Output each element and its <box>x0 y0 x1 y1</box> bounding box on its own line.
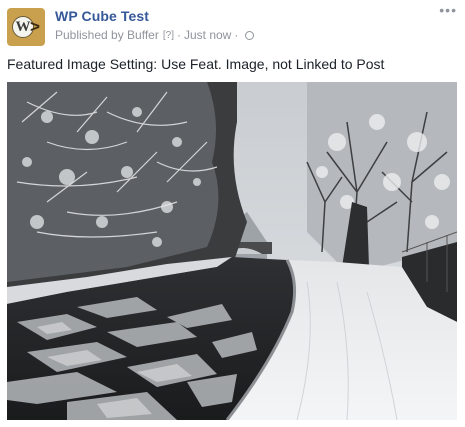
page-avatar[interactable]: W > <box>7 8 45 46</box>
published-by-label: Published by Buffer <box>55 28 159 42</box>
globe-icon[interactable] <box>245 30 255 40</box>
more-options-icon[interactable]: ••• <box>439 2 457 18</box>
meta-separator: · <box>176 28 181 42</box>
facebook-post: W > WP Cube Test Published by Buffer [?]… <box>0 0 465 427</box>
snowy-canal-photo <box>7 82 457 420</box>
chevron-icon: > <box>30 17 40 36</box>
meta-separator: · <box>234 28 239 42</box>
post-text: Featured Image Setting: Use Feat. Image,… <box>7 56 385 72</box>
help-link[interactable]: [?] <box>163 30 174 41</box>
post-meta: Published by Buffer [?] · Just now · <box>55 28 255 42</box>
timestamp-link[interactable]: Just now <box>184 28 231 42</box>
post-photo[interactable] <box>7 82 457 420</box>
page-name-link[interactable]: WP Cube Test <box>55 8 149 24</box>
